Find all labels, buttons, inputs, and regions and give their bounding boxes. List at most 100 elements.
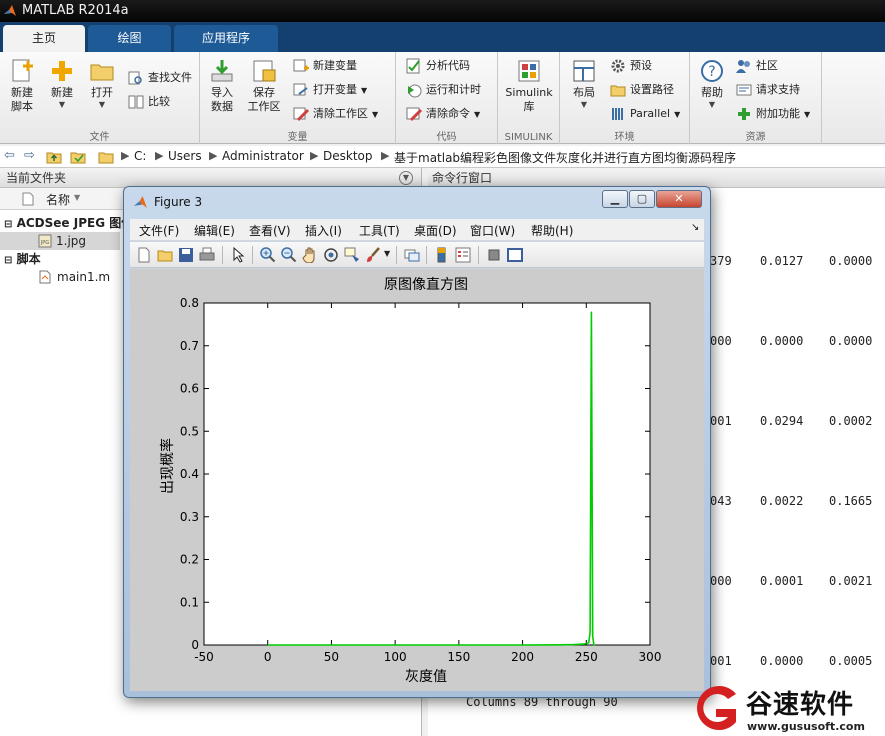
y-tick-label: 0 [191, 638, 199, 652]
hide-plot-tools-icon[interactable] [486, 247, 502, 263]
command-output-value: 0.0000 [829, 254, 873, 268]
histogram-chart[interactable]: 原图像直方图 灰度值 出现概率 -50 0 50 100 150 200 250 30000.… [130, 269, 704, 691]
chevron-right-icon: ▶ [381, 149, 390, 162]
print-icon[interactable] [199, 247, 215, 263]
figure-title: Figure 3 [154, 195, 203, 209]
panel-menu-icon[interactable]: ▼ [399, 171, 413, 185]
menu-window[interactable]: 窗口(W) [470, 222, 515, 239]
clear-workspace-button[interactable]: 清除工作区 ▼ [293, 104, 378, 124]
browse-folder-icon[interactable] [70, 149, 86, 167]
legend-icon[interactable] [455, 247, 471, 263]
compare-button[interactable]: 比较 [128, 92, 170, 112]
matlab-logo-icon [134, 196, 147, 208]
new-figure-icon[interactable] [136, 247, 152, 263]
chevron-down-icon: ▼ [708, 100, 716, 109]
section-label-environment: 环境 [614, 132, 635, 143]
chevron-right-icon: ▶ [155, 149, 164, 162]
run-and-time-icon [408, 84, 422, 98]
data-cursor-icon[interactable] [344, 247, 360, 263]
minimize-button[interactable]: ▁ [602, 190, 628, 208]
breadcrumb-desktop[interactable]: Desktop [323, 149, 373, 163]
watermark: 谷速软件 www.gususoft.com [690, 682, 885, 736]
import-icon [211, 60, 233, 82]
plus-icon [52, 61, 72, 81]
ribbon-section-file: 新建 脚本 新建 ▼ 打开 ▼ 查找文件 比较 文件 [0, 52, 200, 144]
chevron-down-icon: ▼ [804, 110, 811, 119]
new-variable-button[interactable]: 新建变量 [293, 56, 357, 76]
pan-hand-icon[interactable] [302, 247, 318, 263]
breadcrumb-c[interactable]: C: [134, 149, 146, 163]
new-button[interactable]: 新建 ▼ [42, 56, 82, 110]
collapse-icon[interactable]: ⊟ [4, 219, 12, 230]
run-and-time-button[interactable]: 运行和计时 [406, 80, 481, 100]
find-files-icon [128, 71, 142, 85]
tree-group-scripts[interactable]: ⊟ 脚本 [4, 250, 41, 268]
dock-arrow-icon[interactable]: ↘ [691, 222, 699, 233]
open-variable-button[interactable]: 打开变量 ▼ [293, 80, 367, 100]
tab-home[interactable]: 主页 [3, 25, 85, 52]
colorbar-icon[interactable] [434, 247, 450, 263]
save-workspace-button[interactable]: 保存 工作区 [244, 56, 284, 114]
breadcrumb-users[interactable]: Users [168, 149, 202, 163]
tab-plots[interactable]: 绘图 [88, 25, 171, 52]
layout-button[interactable]: 布局 ▼ [564, 56, 604, 110]
find-files-button[interactable]: 查找文件 [128, 68, 192, 88]
command-output-value: 0.0005 [829, 654, 873, 668]
import-data-button[interactable]: 导入 数据 [202, 56, 242, 114]
menu-view[interactable]: 查看(V) [249, 222, 291, 239]
breadcrumb-project-folder[interactable]: 基于matlab编程彩色图像文件灰度化并进行直方图均衡源码程序 [394, 149, 736, 166]
request-support-button[interactable]: 请求支持 [736, 80, 800, 100]
brand-logo-icon [697, 686, 736, 730]
section-label-variable: 变量 [287, 132, 308, 143]
tab-apps[interactable]: 应用程序 [174, 25, 278, 52]
breadcrumb-administrator[interactable]: Administrator [222, 149, 304, 163]
chart-title: 原图像直方图 [384, 276, 468, 293]
menu-help[interactable]: 帮助(H) [531, 222, 573, 239]
y-tick-label: 0.3 [180, 510, 199, 524]
save-icon[interactable] [178, 247, 194, 263]
add-ons-button[interactable]: 附加功能 ▼ [736, 104, 810, 124]
chevron-down-icon: ▼ [372, 110, 379, 119]
community-icon [736, 60, 750, 73]
collapse-icon[interactable]: ⊟ [4, 255, 12, 266]
menu-file[interactable]: 文件(F) [139, 222, 179, 239]
open-file-icon[interactable] [157, 247, 173, 263]
simulink-library-button[interactable]: Simulink 库 [504, 56, 554, 114]
link-plot-icon[interactable] [404, 247, 420, 263]
section-label-simulink: SIMULINK [504, 132, 553, 143]
menu-insert[interactable]: 插入(I) [305, 222, 342, 239]
set-path-button[interactable]: 设置路径 [610, 80, 674, 100]
preferences-button[interactable]: 预设 [610, 56, 652, 76]
help-button[interactable]: ? 帮助 ▼ [692, 56, 732, 110]
column-name[interactable]: 名称 [46, 191, 70, 208]
svg-text:?: ? [708, 64, 715, 80]
file-item-1-jpg[interactable]: JPG 1.jpg [0, 232, 120, 250]
brush-icon[interactable] [365, 247, 381, 263]
back-arrow-icon[interactable]: ⇦ [4, 148, 15, 166]
show-plot-tools-icon[interactable] [507, 247, 523, 263]
ribbon-tab-strip: 主页 绘图 应用程序 [0, 22, 885, 52]
zoom-out-icon[interactable] [281, 247, 297, 263]
forward-arrow-icon[interactable]: ⇨ [24, 148, 35, 166]
menu-desktop[interactable]: 桌面(D) [414, 222, 457, 239]
menu-edit[interactable]: 编辑(E) [194, 222, 235, 239]
pointer-arrow-icon[interactable] [230, 247, 246, 263]
file-item-main1-m[interactable]: main1.m [38, 268, 110, 286]
menu-tools[interactable]: 工具(T) [359, 222, 400, 239]
new-script-button[interactable]: 新建 脚本 [2, 56, 42, 114]
close-button[interactable]: ✕ [656, 190, 702, 208]
rotate-3d-icon[interactable] [323, 247, 339, 263]
clear-workspace-icon [293, 107, 309, 122]
maximize-button[interactable]: ▢ [629, 190, 655, 208]
clear-commands-button[interactable]: 清除命令 ▼ [406, 104, 480, 124]
open-button[interactable]: 打开 ▼ [82, 56, 122, 110]
up-folder-icon[interactable] [46, 149, 62, 167]
chevron-down-icon[interactable]: ▼ [384, 249, 390, 258]
ribbon-toolbar: 新建 脚本 新建 ▼ 打开 ▼ 查找文件 比较 文件 导入 数据 保存 工作区 … [0, 52, 885, 144]
tree-group-jpeg[interactable]: ⊟ ACDSee JPEG 图像 [4, 214, 133, 232]
community-button[interactable]: 社区 [736, 56, 778, 76]
zoom-in-icon[interactable] [260, 247, 276, 263]
parallel-button[interactable]: Parallel ▼ [610, 104, 680, 124]
analyze-code-button[interactable]: 分析代码 [406, 56, 470, 76]
m-file-icon [39, 270, 51, 284]
